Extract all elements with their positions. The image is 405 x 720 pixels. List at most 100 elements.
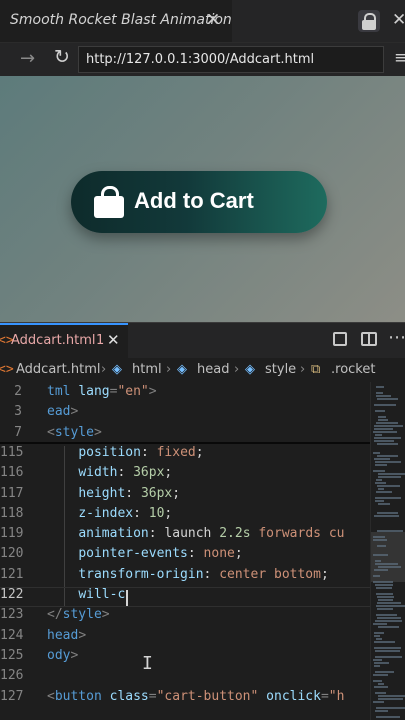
add-to-cart-button[interactable]: Add to Cart bbox=[71, 171, 327, 233]
breadcrumb-rocket[interactable]: .rocket bbox=[331, 362, 375, 377]
code-token: transform-origin bbox=[78, 566, 204, 582]
breadcrumb-separator: › bbox=[166, 362, 172, 377]
code-line[interactable]: animation: launch 2.2s forwards cu bbox=[47, 526, 344, 541]
minimap-line bbox=[377, 455, 398, 457]
browser-tab[interactable]: Smooth Rocket Blast Animation ✕ bbox=[0, 0, 232, 42]
line-number: 122 bbox=[0, 587, 24, 602]
editor-tab-addcart[interactable]: <> Addcart.html 1 ✕ bbox=[0, 323, 128, 359]
minimap-line bbox=[375, 500, 384, 502]
minimap-line bbox=[375, 461, 401, 463]
minimap-line bbox=[377, 602, 401, 604]
code-token: 2.2s bbox=[219, 526, 251, 542]
element-icon: ◈ bbox=[245, 362, 255, 377]
minimap-line bbox=[376, 491, 392, 493]
minimap-line bbox=[374, 662, 389, 664]
code-token: : launch bbox=[148, 526, 220, 542]
sticky-scroll-divider bbox=[0, 442, 370, 444]
code-token: pointer-events bbox=[78, 546, 188, 562]
minimap-line bbox=[373, 431, 397, 433]
line-number: 126 bbox=[0, 668, 24, 684]
minimap-line bbox=[373, 701, 384, 703]
breadcrumb: <> Addcart.html › ◈ html › ◈ head › ◈ st… bbox=[0, 358, 405, 382]
code-token: : bbox=[187, 546, 204, 562]
code-line[interactable]: pointer-events: none; bbox=[47, 546, 243, 562]
code-line[interactable]: width: 36px; bbox=[47, 465, 172, 480]
code-token: lang bbox=[78, 384, 110, 399]
code-line[interactable]: tml lang="en"> bbox=[47, 384, 157, 399]
code-line[interactable]: transform-origin: center bottom; bbox=[47, 566, 328, 582]
code-token: style bbox=[54, 424, 94, 440]
minimap-line bbox=[377, 443, 398, 445]
code-token: ; bbox=[234, 546, 243, 562]
forward-arrow-icon[interactable]: → bbox=[20, 48, 35, 69]
minimap-line bbox=[377, 545, 386, 547]
mouse-ibeam-icon: I bbox=[142, 653, 153, 674]
editor-tab-close-icon[interactable]: ✕ bbox=[107, 331, 120, 349]
minimap-line bbox=[375, 482, 386, 484]
code-line[interactable]: <style> bbox=[47, 425, 102, 440]
minimap-line bbox=[378, 476, 401, 478]
minimap-line bbox=[374, 665, 380, 667]
minimap[interactable] bbox=[370, 382, 405, 720]
lock-icon[interactable] bbox=[358, 10, 380, 32]
tab-close-icon[interactable]: ✕ bbox=[206, 10, 220, 30]
code-line[interactable]: head> bbox=[47, 628, 86, 643]
code-line[interactable]: height: 36px; bbox=[47, 486, 180, 501]
minimap-line bbox=[375, 692, 386, 694]
split-editor-icon[interactable] bbox=[361, 332, 377, 346]
code-line[interactable]: ody> bbox=[47, 648, 78, 663]
menu-icon[interactable]: ≡ bbox=[394, 48, 405, 68]
element-icon: ◈ bbox=[177, 362, 187, 377]
code-token: tml bbox=[47, 384, 79, 399]
code-line[interactable]: z-index: 10; bbox=[47, 506, 172, 521]
breadcrumb-head[interactable]: head bbox=[197, 362, 229, 377]
line-number: 7 bbox=[14, 424, 22, 440]
code-token: z-index bbox=[78, 505, 134, 521]
code-token: 10 bbox=[148, 505, 165, 521]
minimap-line bbox=[378, 599, 393, 601]
code-token: "cart-button" bbox=[156, 688, 267, 704]
minimap-line bbox=[377, 512, 398, 514]
line-number: 124 bbox=[0, 627, 24, 643]
line-number: 119 bbox=[0, 526, 24, 542]
editor-tab-label: Addcart.html bbox=[11, 333, 96, 348]
more-actions-icon[interactable]: ⋯ bbox=[388, 327, 405, 348]
breadcrumb-file[interactable]: Addcart.html bbox=[16, 362, 100, 377]
minimap-line bbox=[373, 581, 393, 583]
close-icon[interactable]: ✕ bbox=[392, 10, 405, 30]
minimap-line bbox=[373, 623, 387, 625]
line-number: 117 bbox=[0, 485, 24, 501]
minimap-line bbox=[378, 488, 384, 490]
selector-icon: ⧉ bbox=[311, 362, 321, 377]
line-number: 120 bbox=[0, 546, 24, 562]
line-number: 115 bbox=[0, 444, 24, 460]
code-line[interactable]: ead> bbox=[47, 404, 78, 419]
element-icon: ◈ bbox=[112, 362, 122, 377]
minimap-line bbox=[375, 434, 382, 436]
url-input[interactable]: http://127.0.0.1:3000/Addcart.html bbox=[78, 46, 384, 73]
open-preview-icon[interactable] bbox=[333, 332, 347, 346]
code-token: = bbox=[148, 688, 157, 704]
minimap-line bbox=[378, 416, 386, 418]
browser-nav-bar: → ↻ http://127.0.0.1:3000/Addcart.html ≡ bbox=[0, 43, 405, 76]
minimap-line bbox=[374, 458, 390, 460]
breadcrumb-style[interactable]: style bbox=[265, 362, 296, 377]
breadcrumb-separator: › bbox=[300, 362, 306, 377]
code-editor[interactable]: I 2 tml lang="en"> 3 ead> 7 <style> 115 positi… bbox=[0, 382, 370, 720]
code-token: fixed bbox=[156, 444, 196, 460]
code-token: width bbox=[78, 465, 118, 481]
code-line[interactable]: <button class="cart-button" onclick="h bbox=[47, 689, 344, 704]
code-token: none bbox=[203, 546, 235, 562]
minimap-line bbox=[374, 647, 401, 649]
code-token: > bbox=[78, 627, 87, 643]
code-line[interactable]: </style> bbox=[47, 607, 110, 622]
code-line[interactable]: position: fixed; bbox=[47, 444, 203, 460]
reload-icon[interactable]: ↻ bbox=[54, 46, 70, 68]
breadcrumb-html[interactable]: html bbox=[132, 362, 162, 377]
minimap-line bbox=[373, 659, 382, 661]
code-line[interactable]: will-c bbox=[47, 587, 125, 602]
html-file-icon: <> bbox=[0, 362, 14, 377]
code-token: "h bbox=[328, 688, 345, 704]
